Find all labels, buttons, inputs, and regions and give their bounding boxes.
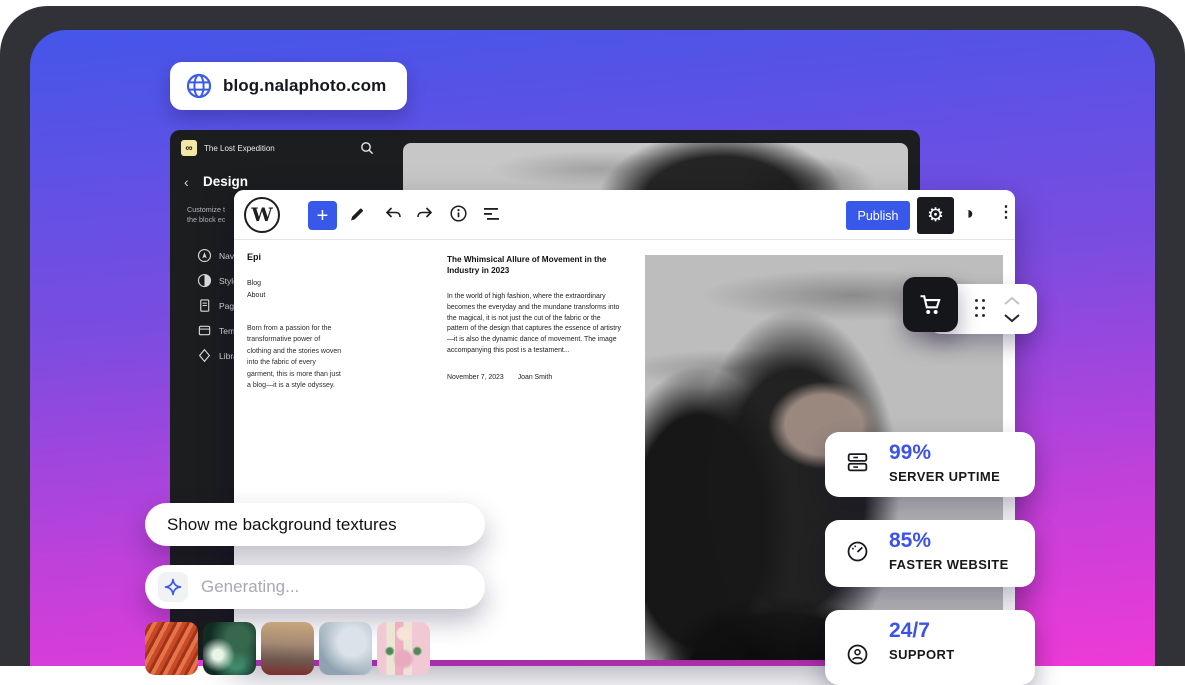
panel-description-line2: the block ec bbox=[187, 215, 225, 224]
stat-card-support: 24/7 SUPPORT bbox=[825, 610, 1035, 685]
texture-thumbnail-brown[interactable] bbox=[261, 622, 314, 675]
chevron-up-icon[interactable] bbox=[1003, 293, 1021, 311]
pages-icon bbox=[197, 298, 212, 313]
list-view-icon[interactable] bbox=[482, 207, 502, 227]
post-excerpt: In the world of high fashion, where the … bbox=[447, 292, 623, 357]
options-kebab-icon[interactable]: ⋮ bbox=[998, 205, 1014, 221]
redo-icon[interactable] bbox=[415, 206, 436, 228]
stat-value: 99% bbox=[889, 441, 931, 465]
settings-gear-icon[interactable]: ⚙ bbox=[917, 197, 954, 234]
chevron-left-icon[interactable]: ‹ bbox=[184, 174, 189, 190]
templates-icon bbox=[197, 323, 212, 338]
post-meta: November 7, 2023 Joan Smith bbox=[447, 374, 552, 381]
publish-button[interactable]: Publish bbox=[846, 201, 910, 230]
undo-icon[interactable] bbox=[382, 206, 403, 228]
sparkle-icon bbox=[158, 572, 188, 602]
site-logo-icon[interactable]: ∞ bbox=[181, 140, 197, 156]
chat-prompt-text: Show me background textures bbox=[167, 515, 397, 535]
site-intro-paragraph: Born from a passion for the transformati… bbox=[247, 323, 344, 391]
stat-card-uptime: 99% SERVER UPTIME bbox=[825, 432, 1035, 497]
site-title: The Lost Expedition bbox=[204, 144, 275, 153]
wordpress-logo-icon[interactable]: W bbox=[244, 197, 280, 233]
stat-value: 24/7 bbox=[889, 619, 930, 643]
preview-photo-top bbox=[403, 143, 908, 190]
styles-contrast-icon[interactable]: ◑ bbox=[963, 204, 974, 222]
nav-link-about[interactable]: About bbox=[247, 292, 265, 299]
address-bar[interactable]: blog.nalaphoto.com bbox=[170, 62, 407, 110]
library-icon bbox=[197, 348, 212, 363]
chat-status-bubble: Generating... bbox=[145, 565, 485, 609]
add-block-button[interactable]: + bbox=[308, 201, 337, 230]
chat-status-text: Generating... bbox=[201, 577, 299, 597]
editor-toolbar: W + Publish ⚙ ◑ ⋮ bbox=[234, 190, 1015, 240]
chevron-down-icon[interactable] bbox=[1003, 310, 1021, 328]
chat-prompt-bubble: Show me background textures bbox=[145, 503, 485, 546]
post-title: The Whimsical Allure of Movement in the … bbox=[447, 254, 617, 276]
stat-label: FASTER WEBSITE bbox=[889, 557, 1009, 572]
texture-thumbnail-pink[interactable] bbox=[377, 622, 430, 675]
texture-thumbnail-orange[interactable] bbox=[145, 622, 198, 675]
stat-label: SERVER UPTIME bbox=[889, 469, 1000, 484]
cart-block-button[interactable] bbox=[903, 277, 958, 332]
info-icon[interactable] bbox=[449, 204, 468, 228]
address-url: blog.nalaphoto.com bbox=[223, 76, 386, 96]
texture-thumbnail-green[interactable] bbox=[203, 622, 256, 675]
panel-description-line1: Customize t bbox=[187, 205, 225, 214]
texture-thumbnail-blue[interactable] bbox=[319, 622, 372, 675]
styles-icon bbox=[197, 273, 212, 288]
server-icon bbox=[845, 450, 870, 480]
post-date: November 7, 2023 bbox=[447, 374, 504, 381]
drag-handle-icon[interactable] bbox=[973, 297, 987, 324]
nav-link-blog[interactable]: Blog bbox=[247, 280, 261, 287]
globe-icon bbox=[186, 73, 212, 99]
stat-card-speed: 85% FASTER WEBSITE bbox=[825, 520, 1035, 587]
search-icon[interactable] bbox=[360, 141, 374, 160]
stat-value: 85% bbox=[889, 529, 931, 553]
post-author: Joan Smith bbox=[518, 374, 552, 381]
edit-pencil-icon[interactable] bbox=[347, 204, 367, 229]
support-agent-icon bbox=[845, 642, 870, 672]
cart-icon bbox=[917, 292, 945, 318]
speedometer-icon bbox=[845, 539, 870, 569]
navigation-icon bbox=[197, 248, 212, 263]
design-panel-title: Design bbox=[203, 174, 248, 189]
site-name-heading: Epi bbox=[247, 252, 261, 262]
